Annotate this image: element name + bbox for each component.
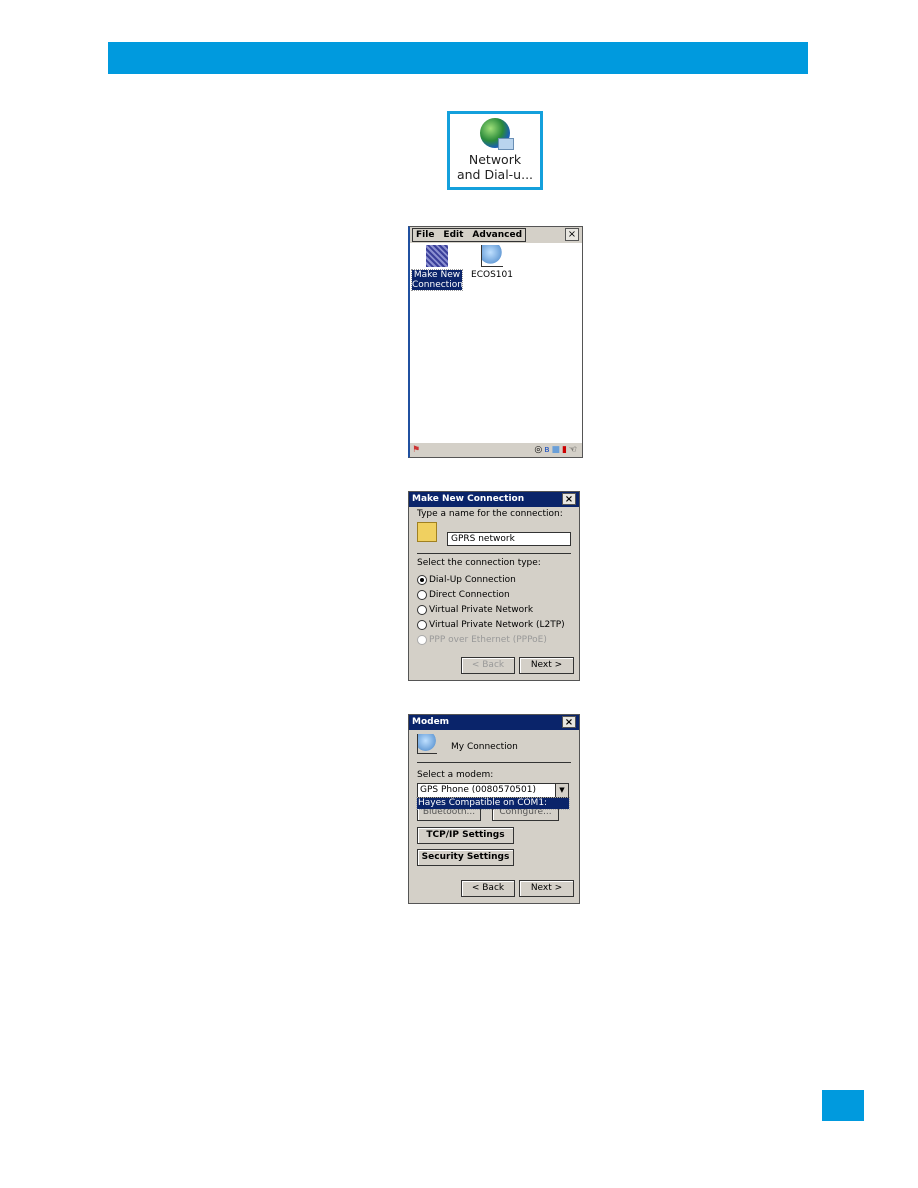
radio-vpn[interactable]: Virtual Private Network: [417, 602, 565, 617]
make-connection-icon: [426, 245, 448, 267]
connection-name-input[interactable]: GPRS network: [447, 532, 571, 546]
tcpip-settings-button[interactable]: TCP/IP Settings: [417, 827, 514, 844]
connections-window: File Edit Advanced × Make New Connection…: [408, 226, 583, 458]
selected-modem: GPS Phone (0080570501): [420, 785, 536, 795]
radio-dialup[interactable]: Dial-Up Connection: [417, 572, 565, 587]
clock-icon: ◎: [534, 445, 545, 455]
name-label: Type a name for the connection:: [417, 509, 563, 519]
ecos101-item[interactable]: ECOS101: [468, 245, 516, 280]
modem-label: Select a modem:: [417, 770, 494, 780]
close-button[interactable]: ×: [562, 716, 576, 728]
input-icon: ☜: [568, 445, 579, 455]
type-label: Select the connection type:: [417, 558, 541, 568]
make-new-connection-item[interactable]: Make New Connection: [411, 245, 463, 291]
back-button[interactable]: < Back: [461, 880, 515, 897]
page-marker: [822, 1090, 864, 1121]
connection-name: My Connection: [451, 742, 518, 752]
dialog-title: Make New Connection: [412, 494, 525, 504]
connection-icon: [417, 522, 437, 542]
start-icon[interactable]: ⚑: [412, 445, 420, 455]
header-bar: [108, 42, 808, 74]
tray-icons[interactable]: ◎ʙ■▮☜: [534, 445, 579, 455]
network-connection-icon: [481, 245, 503, 267]
menu-file[interactable]: File: [416, 230, 434, 240]
dialog-title: Modem: [412, 717, 450, 727]
close-button[interactable]: ×: [562, 493, 576, 505]
item-label: ECOS101: [471, 270, 513, 280]
globe-network-icon: [480, 118, 514, 150]
dialog-titlebar: Modem ×: [409, 715, 579, 730]
network-dialup-shortcut[interactable]: Network and Dial-u...: [447, 111, 543, 190]
dropdown-option[interactable]: Hayes Compatible on COM1:: [416, 797, 570, 810]
shortcut-label-2: and Dial-u...: [456, 167, 534, 182]
security-settings-button[interactable]: Security Settings: [417, 849, 514, 866]
radio-vpn-l2tp[interactable]: Virtual Private Network (L2TP): [417, 617, 565, 632]
network-icon: ■: [551, 445, 562, 455]
menu-advanced[interactable]: Advanced: [472, 230, 522, 240]
battery-icon: ▮: [561, 445, 569, 455]
connection-icon: [417, 734, 437, 754]
radio-direct[interactable]: Direct Connection: [417, 587, 565, 602]
next-button[interactable]: Next >: [519, 657, 574, 674]
item-label: Make New: [413, 270, 461, 280]
make-new-connection-dialog: Make New Connection × Type a name for the…: [408, 491, 580, 681]
menu-edit[interactable]: Edit: [443, 230, 463, 240]
modem-dialog: Modem × My Connection Select a modem: GPS…: [408, 714, 580, 904]
taskbar: ⚑ ◎ʙ■▮☜: [410, 443, 582, 457]
chevron-down-icon[interactable]: ▼: [555, 784, 568, 797]
menu-bar: File Edit Advanced ×: [410, 227, 582, 243]
close-button[interactable]: ×: [565, 228, 579, 241]
modem-select[interactable]: GPS Phone (0080570501) ▼: [417, 783, 569, 798]
dialog-titlebar: Make New Connection ×: [409, 492, 579, 507]
item-label: Connection: [412, 280, 463, 290]
next-button[interactable]: Next >: [519, 880, 574, 897]
shortcut-label-1: Network: [468, 152, 522, 167]
radio-pppoe: PPP over Ethernet (PPPoE): [417, 632, 565, 647]
back-button: < Back: [461, 657, 515, 674]
